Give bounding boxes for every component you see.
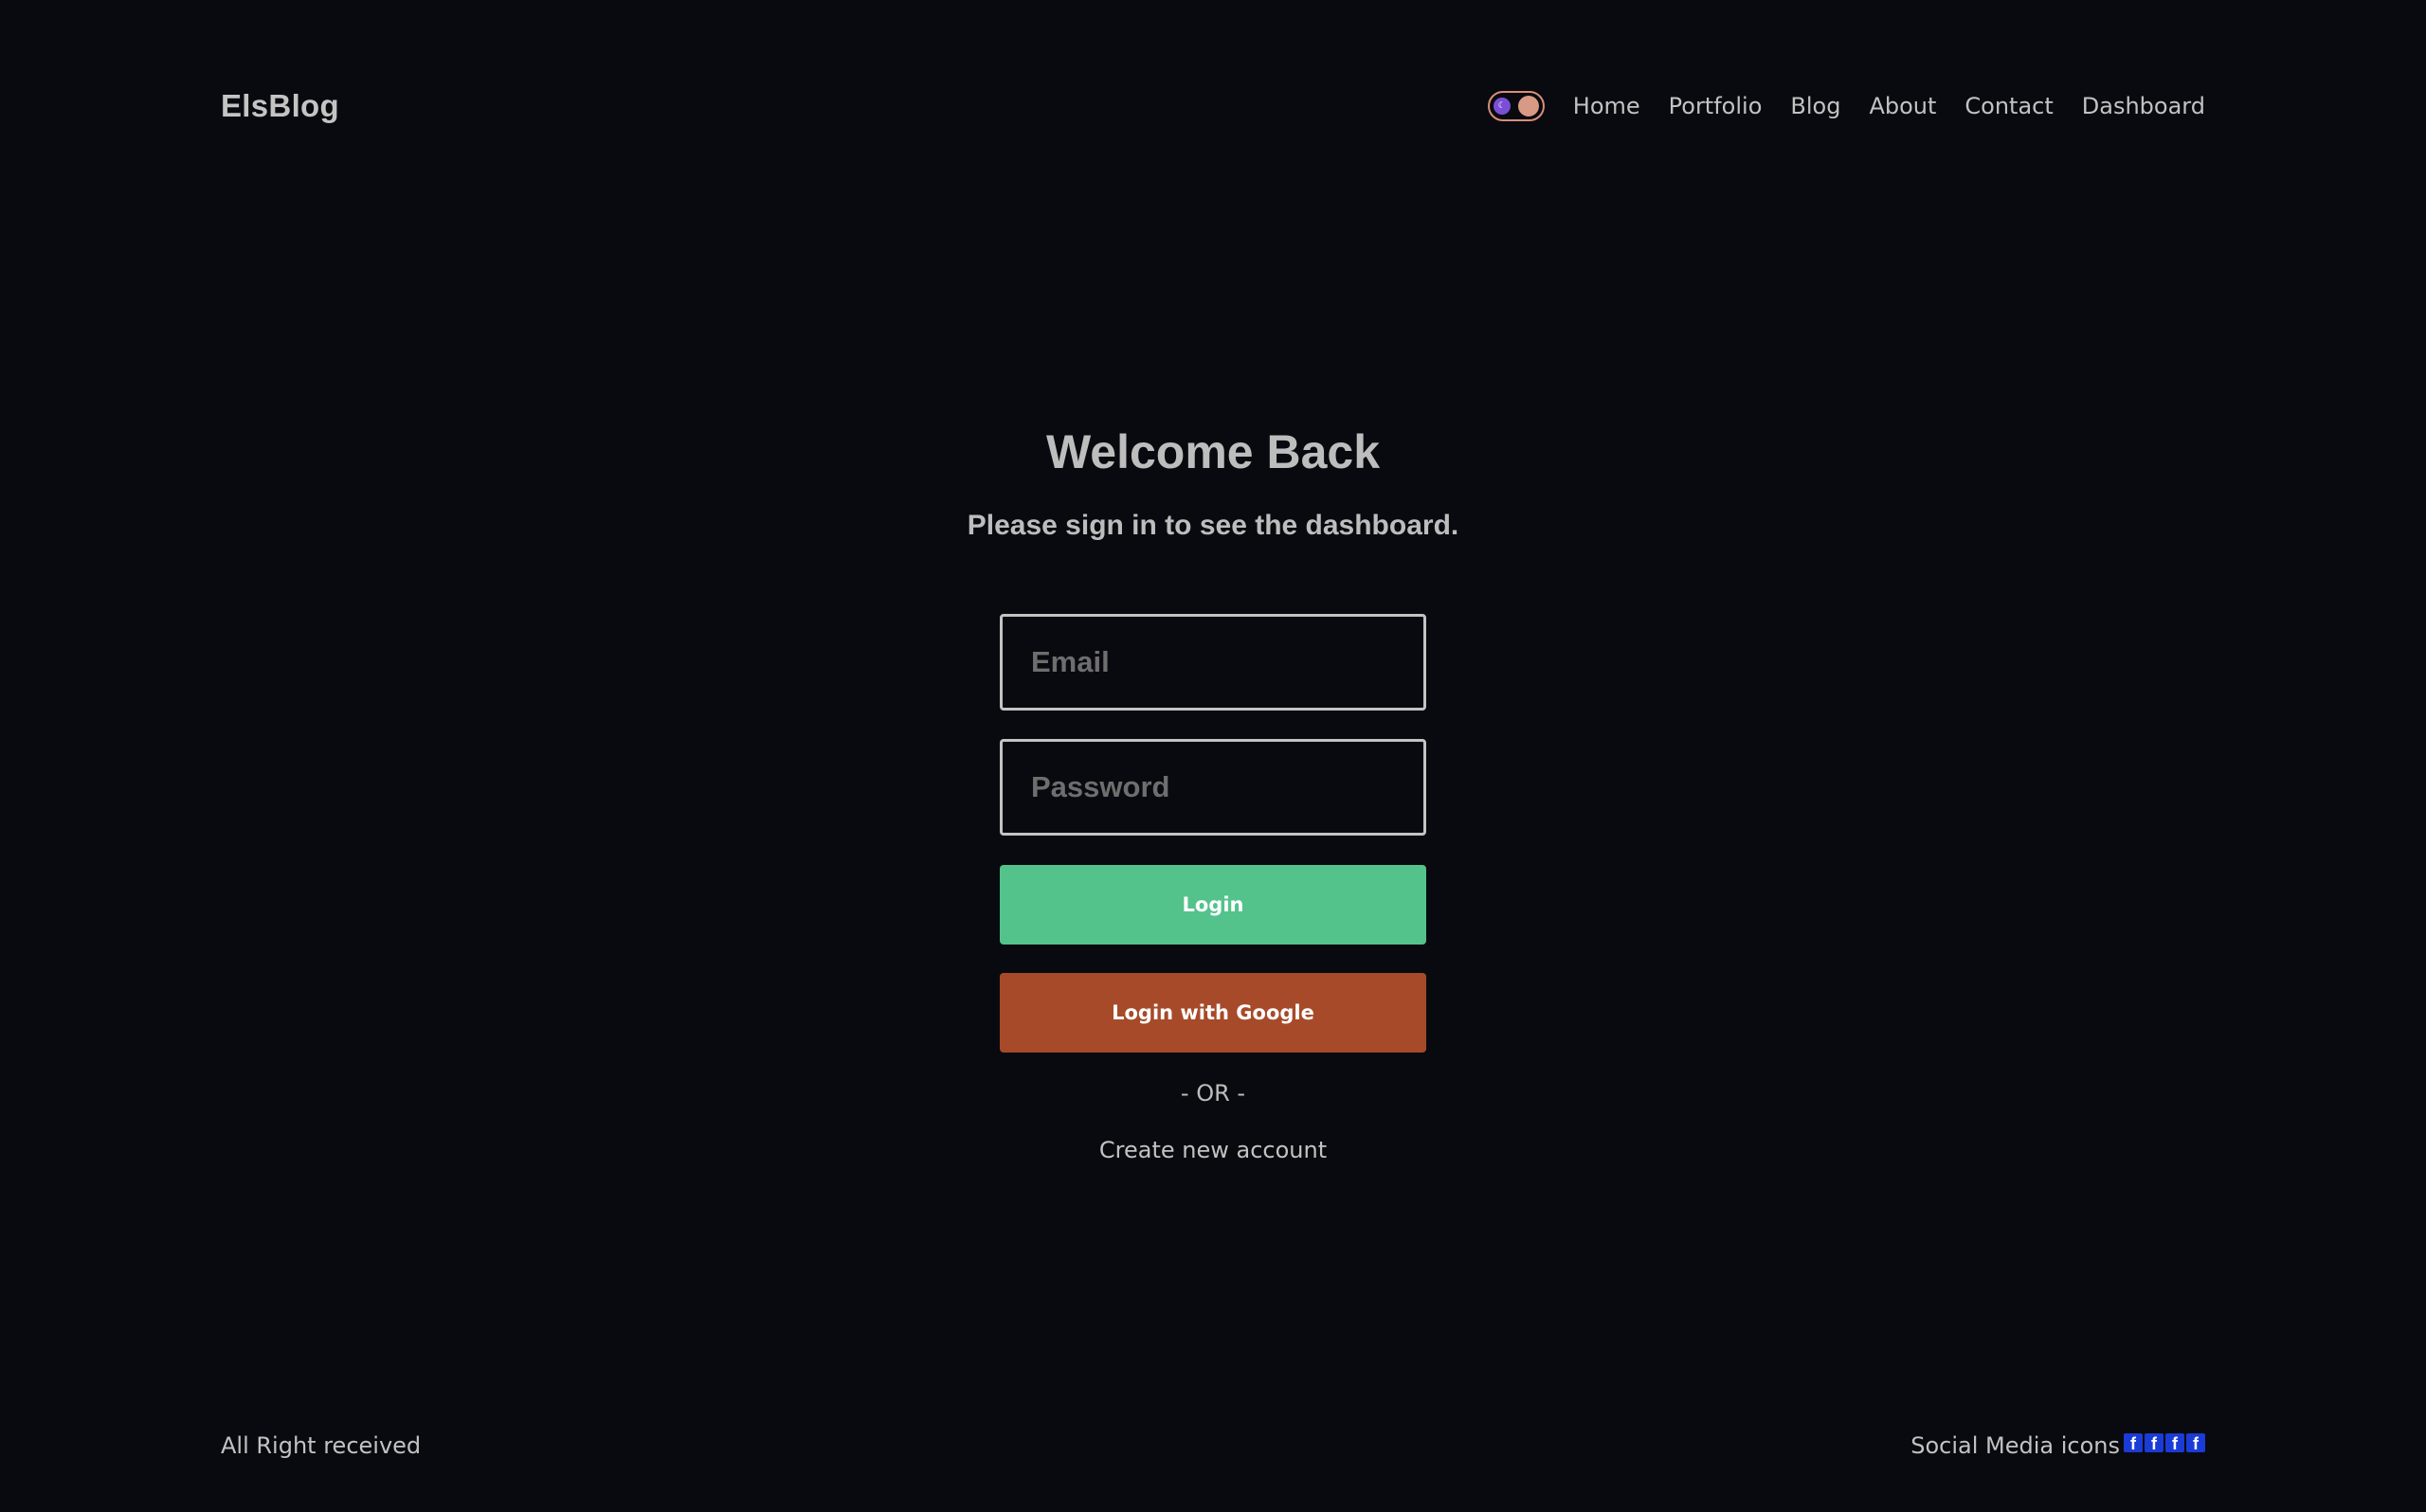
- facebook-icon[interactable]: f: [2124, 1433, 2143, 1452]
- password-field[interactable]: [1000, 739, 1426, 836]
- nav-dashboard[interactable]: Dashboard: [2082, 93, 2205, 119]
- nav-portfolio[interactable]: Portfolio: [1669, 93, 1763, 119]
- toggle-knob: [1517, 96, 1539, 117]
- theme-toggle[interactable]: ☾: [1487, 91, 1545, 121]
- footer-social: Social Media icons f f f f: [1910, 1429, 2205, 1463]
- page-title: Welcome Back: [1045, 425, 1381, 478]
- site-logo[interactable]: ElsBlog: [221, 87, 339, 125]
- create-account-container: Create new account: [0, 1133, 2426, 1170]
- or-divider: - OR -: [1180, 1080, 1246, 1107]
- nav-contact[interactable]: Contact: [1964, 93, 2053, 119]
- facebook-icon[interactable]: f: [2186, 1433, 2205, 1452]
- moon-icon: ☾: [1493, 98, 1511, 115]
- nav-about[interactable]: About: [1869, 93, 1936, 119]
- facebook-icon[interactable]: f: [2165, 1433, 2184, 1452]
- social-label: Social Media icons: [1910, 1432, 2120, 1459]
- email-field[interactable]: [1000, 614, 1426, 711]
- social-icons: f f f f: [2122, 1433, 2205, 1452]
- facebook-icon[interactable]: f: [2145, 1433, 2163, 1452]
- login-page: ElsBlog ☾ Home Portfolio Blog About Cont…: [0, 0, 2426, 1512]
- login-button[interactable]: Login: [1000, 865, 1426, 945]
- google-login-button[interactable]: Login with Google: [1000, 973, 1426, 1053]
- nav-blog[interactable]: Blog: [1790, 93, 1840, 119]
- main-nav: ☾ Home Portfolio Blog About Contact Dash…: [1487, 87, 2205, 125]
- nav-home[interactable]: Home: [1573, 93, 1640, 119]
- page-subtitle: Please sign in to see the dashboard.: [967, 510, 1459, 541]
- create-account-link[interactable]: Create new account: [1099, 1137, 1327, 1163]
- footer-copyright: All Right received: [221, 1432, 422, 1459]
